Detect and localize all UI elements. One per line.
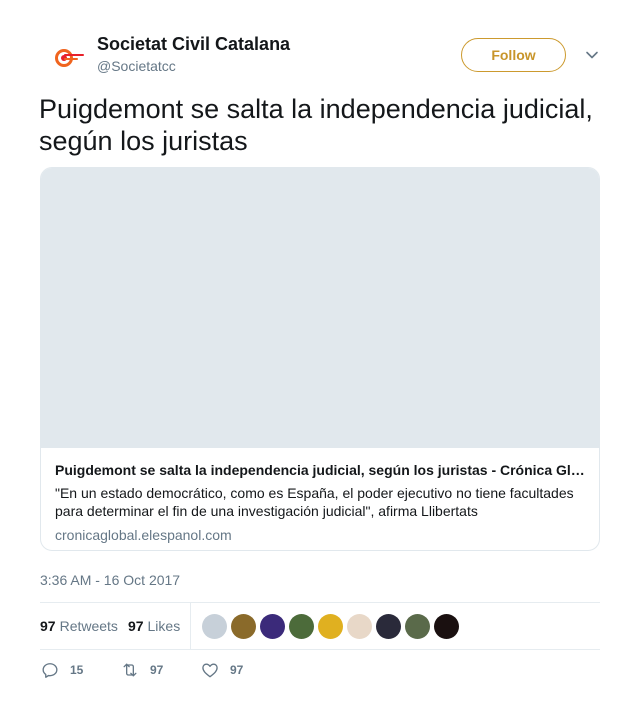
liker-avatar[interactable] [318,613,344,639]
divider [40,649,600,650]
reply-count: 15 [70,663,84,677]
reply-icon [42,663,58,678]
liker-avatar[interactable] [405,613,431,639]
chevron-down-icon[interactable] [585,48,599,62]
like-action[interactable]: 97 [200,660,258,680]
card-description: "En un estado democrático, como es Españ… [55,485,574,519]
likes-label: Likes [147,618,181,634]
retweet-icon [123,663,137,677]
liker-avatar[interactable] [347,613,373,639]
like-count: 97 [230,663,244,677]
retweet-count: 97 [150,663,164,677]
liker-avatar[interactable] [289,613,315,639]
profile-avatar[interactable] [40,34,88,82]
likes-count: 97 [127,618,144,634]
tweet-timestamp[interactable]: 3:36 AM - 16 Oct 2017 [40,572,180,588]
liker-avatar[interactable] [202,613,228,639]
tweet-stats: 97 Retweets 97 Likes [40,603,600,649]
tweet-text: Puigdemont se salta la independencia jud… [39,94,593,156]
card-title: Puigdemont se salta la independencia jud… [55,462,585,478]
card-domain: cronicaglobal.elespanol.com [55,527,232,543]
liker-avatars [202,613,463,639]
liker-avatar[interactable] [260,613,286,639]
account-handle[interactable]: @Societatcc [97,58,176,74]
liker-avatar[interactable] [376,613,402,639]
retweets-count: 97 [40,618,56,634]
liker-avatar[interactable] [434,613,460,639]
account-name[interactable]: Societat Civil Catalana [97,34,290,55]
retweet-action[interactable]: 97 [120,660,178,680]
logo-wordmark [64,54,84,62]
link-card[interactable]: Puigdemont se salta la independencia jud… [40,167,600,551]
tweet-actions: 15 97 97 [40,660,280,680]
reply-action[interactable]: 15 [40,660,98,680]
card-image-placeholder [41,168,599,448]
likes-stat[interactable]: 97 Likes [128,618,180,634]
retweets-stat[interactable]: 97 Retweets [40,618,118,634]
stats-separator [190,603,192,649]
heart-icon [202,663,218,678]
retweets-label: Retweets [59,618,118,634]
follow-button[interactable]: Follow [461,38,566,72]
liker-avatar[interactable] [231,613,257,639]
